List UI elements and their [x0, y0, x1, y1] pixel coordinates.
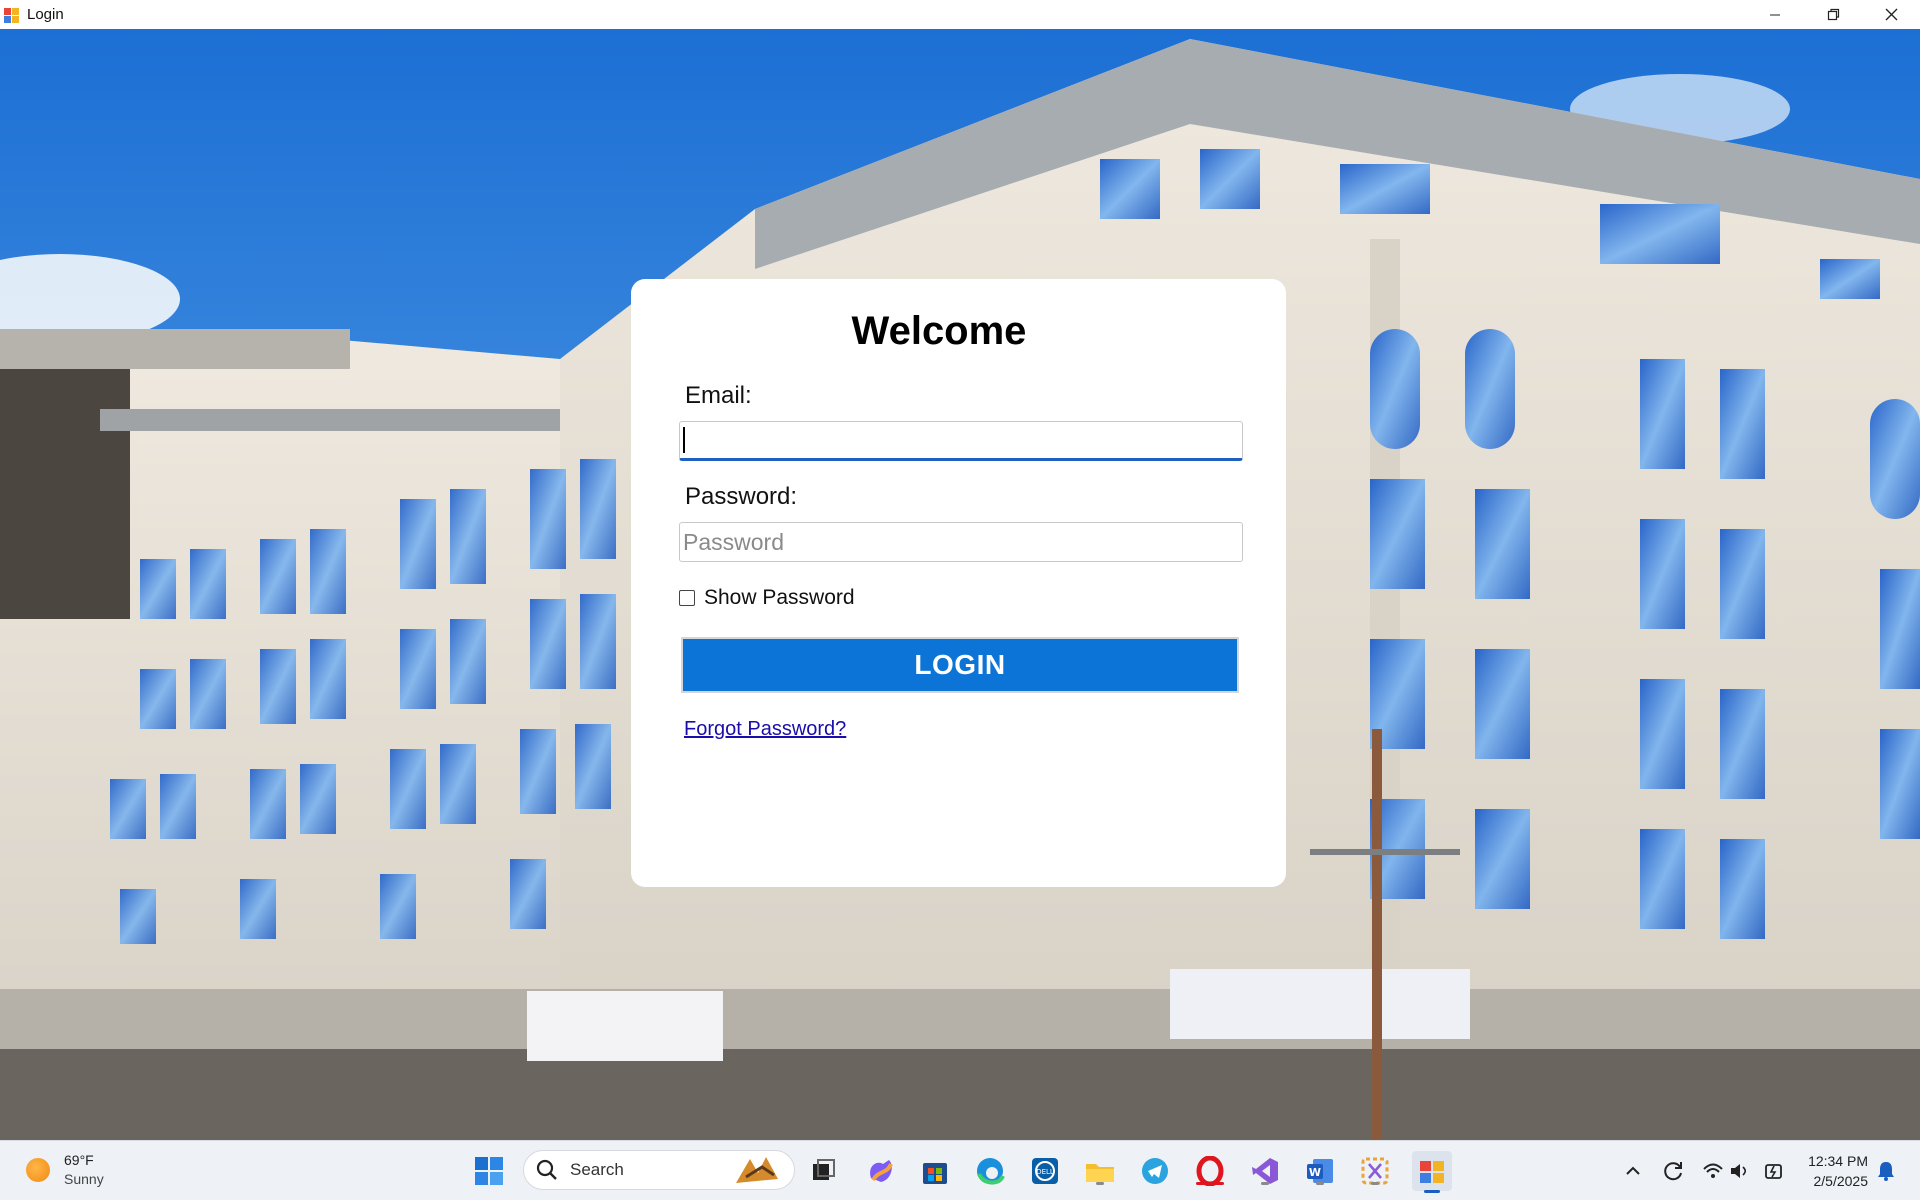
login-button[interactable]: LOGIN: [681, 637, 1239, 693]
text-caret: [683, 427, 685, 453]
chevron-up-icon[interactable]: [1615, 1153, 1651, 1189]
visual-studio-icon[interactable]: [1247, 1153, 1283, 1189]
login-card: Welcome Email: Password: Password Show P…: [631, 279, 1286, 887]
show-password-checkbox[interactable]: [679, 590, 695, 606]
microsoft-store-icon[interactable]: [917, 1153, 953, 1189]
copilot-icon[interactable]: [862, 1153, 898, 1189]
weather-temp: 69°F: [64, 1152, 94, 1168]
search-label: Search: [570, 1160, 624, 1179]
title-bar: Login: [0, 0, 1920, 29]
search-icon: [536, 1159, 557, 1180]
running-indicator: [1196, 1182, 1224, 1185]
running-indicator: [1316, 1182, 1324, 1185]
sync-icon[interactable]: [1655, 1153, 1691, 1189]
word-icon[interactable]: W: [1302, 1153, 1338, 1189]
file-explorer-icon[interactable]: [1082, 1153, 1118, 1189]
app-icon: [4, 7, 20, 23]
show-password-row[interactable]: Show Password: [679, 586, 855, 610]
forgot-password-link[interactable]: Forgot Password?: [684, 718, 846, 741]
sun-icon: [26, 1158, 50, 1182]
restore-icon: [1827, 8, 1839, 21]
volume-icon[interactable]: [1722, 1153, 1758, 1189]
running-indicator: [1096, 1182, 1104, 1185]
login-app-icon[interactable]: [1412, 1151, 1452, 1193]
active-indicator: [1424, 1190, 1440, 1193]
password-label: Password:: [685, 483, 798, 510]
taskbar-clock[interactable]: 12:34 PM 2/5/2025: [1808, 1151, 1868, 1191]
battery-icon[interactable]: [1756, 1153, 1792, 1189]
close-button[interactable]: [1862, 0, 1920, 29]
search-highlight-icon: [736, 1157, 778, 1183]
restore-button[interactable]: [1804, 0, 1862, 29]
opera-icon[interactable]: [1192, 1153, 1228, 1189]
clock-date: 2/5/2025: [1813, 1173, 1869, 1189]
svg-text:W: W: [1309, 1166, 1321, 1179]
dell-icon[interactable]: DELL: [1027, 1153, 1063, 1189]
weather-condition: Sunny: [64, 1171, 104, 1187]
taskbar: 69°F Sunny Search DELL W 12:34 PM 2/5/20…: [0, 1140, 1920, 1200]
running-indicator: [1261, 1182, 1269, 1185]
password-field[interactable]: Password: [679, 522, 1243, 562]
running-indicator: [1371, 1182, 1379, 1185]
windows-start-icon[interactable]: [471, 1153, 507, 1189]
task-view-icon[interactable]: [805, 1153, 841, 1189]
minimize-icon: [1770, 14, 1780, 15]
snipping-tool-icon[interactable]: [1357, 1153, 1393, 1189]
close-icon: [1885, 8, 1897, 21]
notification-bell-icon[interactable]: [1868, 1153, 1904, 1189]
show-password-label: Show Password: [704, 586, 855, 609]
welcome-title: Welcome: [851, 309, 1027, 353]
minimize-button[interactable]: [1746, 0, 1804, 29]
clock-time: 12:34 PM: [1808, 1153, 1868, 1169]
email-field[interactable]: [679, 421, 1243, 461]
email-label: Email:: [685, 382, 752, 409]
weather-widget[interactable]: 69°F Sunny: [26, 1151, 104, 1189]
taskbar-search[interactable]: Search: [523, 1150, 795, 1190]
password-placeholder: Password: [683, 528, 784, 555]
window-title: Login: [27, 6, 64, 23]
telegram-icon[interactable]: [1137, 1153, 1173, 1189]
edge-icon[interactable]: [972, 1153, 1008, 1189]
svg-text:DELL: DELL: [1036, 1168, 1054, 1176]
